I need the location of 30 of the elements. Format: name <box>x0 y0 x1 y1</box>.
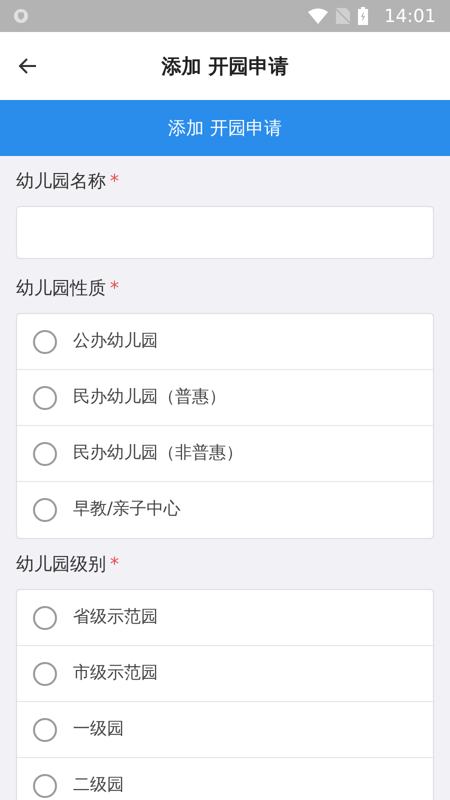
field-label: 幼儿园名称 <box>16 170 106 194</box>
radio-option[interactable]: 省级示范园 <box>17 590 433 646</box>
radio-button[interactable] <box>33 718 57 742</box>
text-input[interactable] <box>16 206 434 259</box>
radio-button[interactable] <box>33 442 57 466</box>
radio-option[interactable]: 二级园 <box>17 758 433 800</box>
no-sim-icon <box>336 8 350 24</box>
battery-charging-icon <box>358 7 368 25</box>
required-mark: * <box>110 552 119 576</box>
radio-option[interactable]: 公办幼儿园 <box>17 314 433 370</box>
radio-option[interactable]: 市级示范园 <box>17 646 433 702</box>
radio-button[interactable] <box>33 386 57 410</box>
radio-button[interactable] <box>33 774 57 798</box>
wifi-icon <box>308 8 328 24</box>
radio-button[interactable] <box>33 330 57 354</box>
form-title: 添加 开园申请 <box>168 116 282 140</box>
field-label: 幼儿园级别 <box>16 552 106 576</box>
radio-option[interactable]: 民办幼儿园（普惠） <box>17 370 433 426</box>
field-label: 幼儿园性质 <box>16 276 106 300</box>
radio-option[interactable]: 民办幼儿园（非普惠） <box>17 426 433 482</box>
radio-button[interactable] <box>33 662 57 686</box>
radio-option[interactable]: 一级园 <box>17 702 433 758</box>
required-mark: * <box>110 276 119 300</box>
radio-button[interactable] <box>33 498 57 522</box>
page-title: 添加 开园申请 <box>162 54 288 78</box>
radio-button[interactable] <box>33 606 57 630</box>
radio-option[interactable]: 早教/亲子中心 <box>17 482 433 538</box>
shield-icon <box>14 9 28 23</box>
clock-time: 14:01 <box>384 4 436 28</box>
required-mark: * <box>110 170 119 194</box>
